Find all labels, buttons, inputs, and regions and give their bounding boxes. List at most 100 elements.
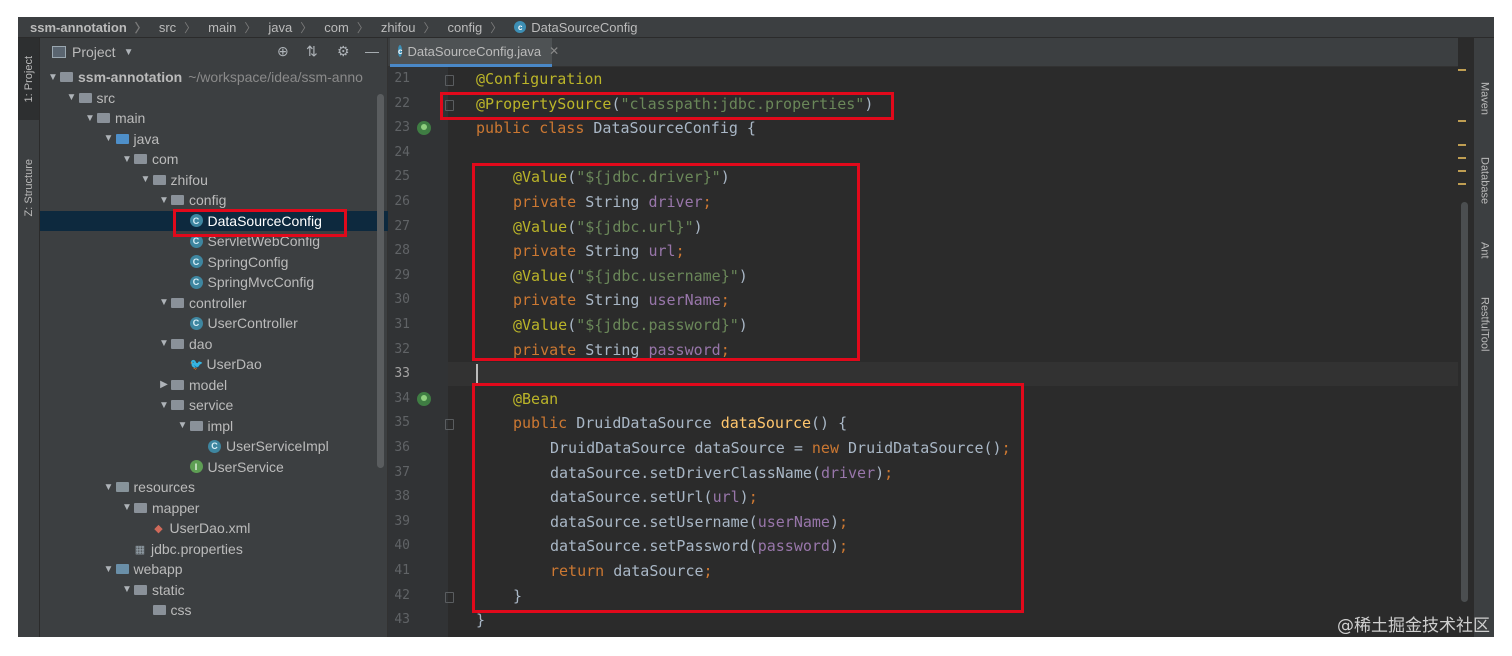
tool-tab-database[interactable]: Database: [1474, 142, 1494, 220]
gear-icon[interactable]: ⚙: [337, 43, 350, 60]
breadcrumb-item[interactable]: src 〉: [147, 19, 196, 36]
fold-marker-icon[interactable]: [445, 419, 454, 431]
code-token: private: [513, 242, 586, 261]
breadcrumb-item[interactable]: ssm-annotation 〉: [18, 19, 147, 36]
breadcrumb-separator-icon: 〉: [244, 20, 257, 35]
tree-item-label: main: [115, 110, 146, 126]
code-editor[interactable]: 21 22 23 24 25 26 27 28 29 30 31 32 33 34 35 36 37 38 39 40…: [388, 67, 1458, 637]
collapse-arrow-icon[interactable]: ▼: [120, 502, 134, 513]
editor-scrollbar[interactable]: [1461, 202, 1468, 602]
breadcrumb-item[interactable]: com 〉: [312, 19, 369, 36]
collapse-arrow-icon[interactable]: ▼: [157, 195, 171, 206]
code-token: ): [739, 488, 749, 507]
breadcrumb-item[interactable]: main 〉: [196, 19, 256, 36]
class-icon: C: [189, 234, 203, 248]
code-line: @Bean: [513, 387, 558, 411]
tab-datasourceconfig[interactable]: c DataSourceConfig.java ✕: [390, 38, 559, 67]
breadcrumb-label: config: [447, 19, 483, 35]
spring-bean-gutter-icon[interactable]: [417, 121, 431, 136]
locate-icon[interactable]: ⊕: [277, 43, 289, 60]
class-icon: C: [189, 214, 203, 227]
error-stripe-marker[interactable]: [1458, 183, 1466, 185]
collapse-arrow-icon[interactable]: ▼: [83, 113, 97, 124]
breadcrumb-item[interactable]: java 〉: [256, 19, 312, 36]
breadcrumb-label: main: [208, 19, 237, 35]
fold-marker-icon[interactable]: [445, 75, 454, 86]
breadcrumb-item[interactable]: config 〉: [436, 19, 503, 36]
breadcrumb-item[interactable]: zhifou 〉: [369, 19, 436, 36]
spring-bean-gutter-icon[interactable]: [417, 391, 431, 406]
code-token: String: [585, 340, 649, 359]
breadcrumb-label: DataSourceConfig: [531, 19, 638, 35]
collapse-arrow-icon[interactable]: ▼: [102, 482, 116, 493]
project-scrollbar[interactable]: [377, 94, 384, 468]
code-token: @Value: [513, 217, 568, 236]
tree-item-label: static: [152, 581, 185, 598]
tool-tab-structure[interactable]: Z: Structure: [18, 138, 39, 238]
expand-arrow-icon[interactable]: ▶: [157, 379, 171, 390]
error-stripe-marker[interactable]: [1458, 157, 1466, 159]
folder-icon: [134, 154, 147, 164]
collapse-arrow-icon[interactable]: ▼: [157, 400, 171, 411]
code-token: (: [567, 316, 577, 334]
error-stripe-marker[interactable]: [1458, 120, 1466, 122]
collapse-arrow-icon[interactable]: ▼: [139, 174, 153, 185]
collapse-arrow-icon[interactable]: ▼: [46, 72, 60, 83]
tool-tab-project[interactable]: 1: Project: [18, 38, 39, 120]
line-number: 42: [394, 587, 410, 603]
tree-item-label: UserServiceImpl: [226, 438, 329, 454]
code-token: public class: [476, 119, 594, 138]
class-icon: C: [189, 275, 203, 289]
line-number: 34: [394, 390, 410, 406]
collapse-arrow-icon[interactable]: ▼: [65, 92, 79, 103]
tree-item-label: impl: [207, 417, 234, 434]
tree-item-label: com: [152, 151, 179, 167]
collapse-arrow-icon[interactable]: ▼: [157, 297, 171, 308]
hide-panel-icon[interactable]: —: [365, 43, 379, 59]
collapse-arrow-icon[interactable]: ▼: [102, 133, 116, 144]
fold-marker-icon[interactable]: [445, 99, 454, 111]
error-stripe-marker[interactable]: [1458, 170, 1466, 172]
tool-tab-restfultool[interactable]: RestfulTool: [1474, 282, 1494, 366]
code-token: ): [875, 463, 885, 482]
code-token: String: [585, 291, 649, 310]
error-stripe-marker[interactable]: [1458, 69, 1466, 71]
folder-icon: [171, 297, 184, 308]
collapse-arrow-icon[interactable]: ▼: [120, 584, 134, 595]
fold-marker-icon[interactable]: [445, 591, 454, 603]
code-token: dataSource.setPassword(: [550, 537, 758, 556]
tool-tab-maven[interactable]: Maven: [1474, 64, 1494, 134]
code-line: private String password;: [513, 338, 730, 362]
collapse-all-icon[interactable]: ⇅: [306, 43, 318, 60]
error-stripe-marker[interactable]: [1458, 144, 1466, 146]
line-number: 28: [394, 243, 410, 259]
line-number: 21: [394, 71, 410, 86]
line-number: 35: [394, 415, 410, 431]
code-token: ): [720, 168, 730, 187]
tree-item-label: ssm-annotation: [78, 69, 183, 85]
collapse-arrow-icon[interactable]: ▼: [176, 420, 190, 431]
code-line: public class DataSourceConfig {: [476, 116, 756, 140]
tree-item[interactable]: ▼ main: [40, 108, 430, 128]
project-view-selector[interactable]: Project: [72, 44, 116, 60]
code-line: @Value("${jdbc.password}"): [513, 313, 748, 337]
mybatis-mapper-icon: 🐦: [189, 359, 204, 371]
collapse-arrow-icon[interactable]: ▼: [120, 154, 134, 165]
code-token: ): [864, 94, 874, 113]
tree-item-label: resources: [133, 479, 195, 495]
breadcrumb-item[interactable]: c DataSourceConfig: [502, 19, 638, 35]
tree-item-label: config: [189, 192, 227, 208]
code-token: dataSource.setUsername(: [550, 512, 758, 531]
close-icon[interactable]: ✕: [549, 44, 559, 58]
code-token: DruidDataSource dataSource =: [550, 439, 812, 457]
line-number: 37: [394, 464, 410, 480]
tree-item[interactable]: ▼ src: [40, 88, 412, 108]
collapse-arrow-icon[interactable]: ▼: [102, 564, 116, 575]
collapse-arrow-icon[interactable]: ▼: [157, 338, 171, 349]
code-token: ): [738, 266, 748, 285]
code-token: DruidDataSource: [576, 414, 721, 433]
chevron-down-icon[interactable]: ▼: [124, 47, 134, 58]
tree-item[interactable]: ▼ ssm-annotation ~/workspace/idea/ssm-anno: [40, 67, 393, 87]
right-tool-stripe: Maven Database Ant RestfulTool: [1473, 38, 1494, 637]
tool-tab-ant[interactable]: Ant: [1474, 228, 1494, 272]
